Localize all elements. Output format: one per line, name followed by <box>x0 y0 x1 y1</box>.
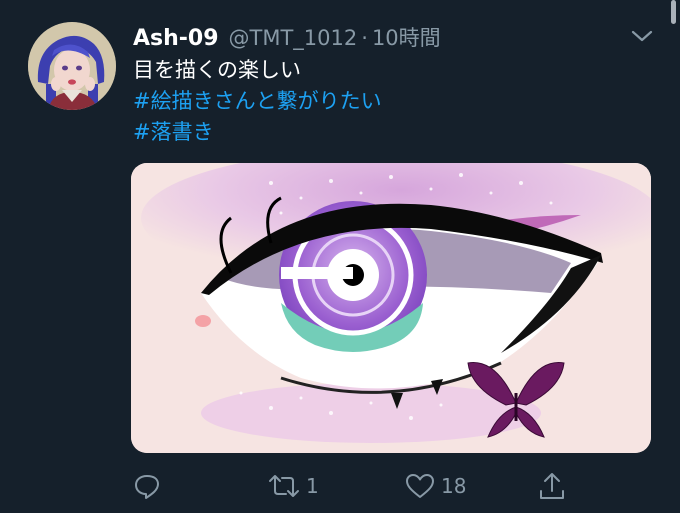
like-button[interactable]: 18 <box>405 468 466 504</box>
share-icon <box>540 473 564 499</box>
heart-icon <box>406 474 434 498</box>
eye-illustration <box>131 163 651 453</box>
like-count: 18 <box>441 474 467 498</box>
retweet-count: 1 <box>306 474 319 498</box>
share-button[interactable] <box>538 468 566 504</box>
hashtag-link[interactable]: #落書き <box>133 117 653 148</box>
tweet-header: Ash-09 @TMT_1012 · 10時間 <box>133 22 441 52</box>
scrollbar[interactable] <box>671 0 676 24</box>
reply-icon <box>135 475 159 499</box>
retweet-icon <box>269 475 299 497</box>
tweet-text: 目を描くの楽しい #絵描きさんと繋がりたい #落書き <box>133 55 653 148</box>
display-name[interactable]: Ash-09 <box>133 26 219 51</box>
avatar-image <box>28 22 116 110</box>
hashtag-link[interactable]: #絵描きさんと繋がりたい <box>133 86 653 117</box>
retweet-button[interactable]: 1 <box>268 468 319 504</box>
tweet-menu-button[interactable] <box>624 24 660 48</box>
tweet-media-image[interactable] <box>131 163 651 453</box>
header-separator: · <box>361 26 368 50</box>
tweet-text-line: 目を描くの楽しい <box>133 58 301 82</box>
avatar[interactable] <box>28 22 116 110</box>
tweet-timestamp[interactable]: 10時間 <box>372 22 441 52</box>
tweet-actions: 1 18 <box>133 468 573 504</box>
user-handle[interactable]: @TMT_1012 <box>229 26 358 50</box>
chevron-down-icon <box>631 30 653 42</box>
reply-button[interactable] <box>133 468 167 504</box>
